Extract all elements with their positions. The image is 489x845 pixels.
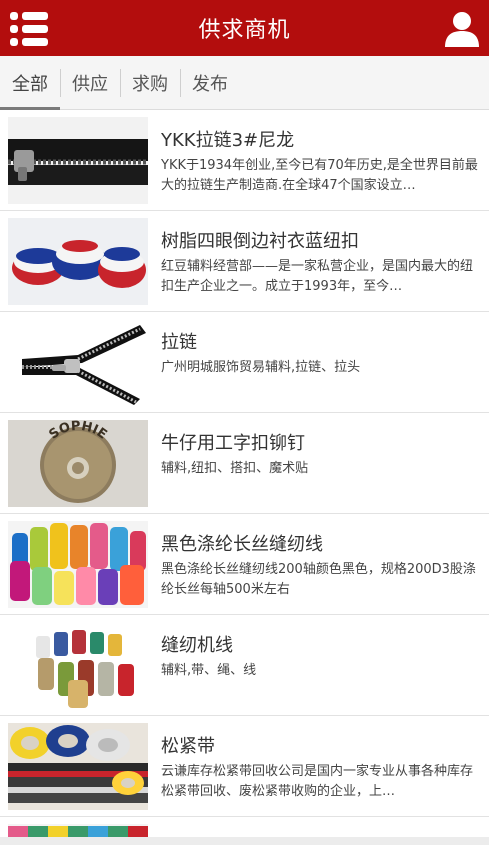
item-description: YKK于1934年创业,至今已有70年历史,是全世界目前最大的拉链生产制造商.在… bbox=[161, 158, 478, 193]
app-header: 供求商机 bbox=[0, 0, 489, 56]
thread-spools-image bbox=[8, 622, 148, 709]
list-item[interactable]: 拉链 广州明城服饰贸易辅料,拉链、拉头 bbox=[0, 312, 489, 413]
item-title: 黑色涤纶长丝缝纫线 bbox=[161, 534, 323, 555]
list-item[interactable] bbox=[0, 817, 489, 837]
item-title: 拉链 bbox=[161, 332, 197, 353]
category-tabs: 全部 供应 求购 发布 bbox=[0, 56, 489, 110]
tab-publish[interactable]: 发布 bbox=[180, 56, 240, 110]
black-zipper-image bbox=[8, 117, 148, 204]
item-title: YKK拉链3#尼龙 bbox=[161, 130, 295, 151]
tab-all[interactable]: 全部 bbox=[0, 56, 60, 110]
list-item[interactable]: SOPHIE 牛仔用工字扣铆钉 辅料,纽扣、搭扣、魔术贴 bbox=[0, 413, 489, 514]
elastic-band-image bbox=[8, 723, 148, 810]
list-item[interactable]: YKK拉链3#尼龙 YKK于1934年创业,至今已有70年历史,是全世界目前最大… bbox=[0, 110, 489, 211]
list-menu-icon[interactable] bbox=[10, 12, 48, 46]
item-title: 树脂四眼倒边衬衣蓝纽扣 bbox=[161, 231, 359, 252]
item-description: 云谦库存松紧带回收公司是国内一家专业从事各种库存松紧带回收、废松紧带收购的企业，… bbox=[161, 764, 474, 799]
item-title: 牛仔用工字扣铆钉 bbox=[161, 433, 305, 454]
item-title: 松紧带 bbox=[161, 736, 215, 757]
item-description: 红豆辅料经营部——是一家私营企业，是国内最大的纽扣生产企业之一。成立于1993年… bbox=[161, 259, 474, 294]
item-title: 缝纫机线 bbox=[161, 635, 233, 656]
jeans-button-image: SOPHIE bbox=[8, 420, 148, 507]
list-item[interactable]: 缝纫机线 辅料,带、绳、线 bbox=[0, 615, 489, 716]
item-description: 辅料,带、绳、线 bbox=[161, 663, 257, 678]
list-item[interactable]: 黑色涤纶长丝缝纫线 黑色涤纶长丝缝纫线200轴颜色黑色，规格200D3股涤纶长丝… bbox=[0, 514, 489, 615]
item-description: 辅料,纽扣、搭扣、魔术贴 bbox=[161, 461, 309, 476]
partial-item-image bbox=[8, 824, 148, 837]
user-icon[interactable] bbox=[443, 10, 481, 48]
tab-purchase[interactable]: 求购 bbox=[120, 56, 180, 110]
open-zipper-image bbox=[8, 319, 148, 406]
page-title: 供求商机 bbox=[198, 18, 291, 43]
product-list: YKK拉链3#尼龙 YKK于1934年创业,至今已有70年历史,是全世界目前最大… bbox=[0, 110, 489, 845]
item-description: 广州明城服饰贸易辅料,拉链、拉头 bbox=[161, 360, 361, 375]
thread-cones-image bbox=[8, 521, 148, 608]
tab-supply[interactable]: 供应 bbox=[60, 56, 120, 110]
buttons-image bbox=[8, 218, 148, 305]
item-description: 黑色涤纶长丝缝纫线200轴颜色黑色，规格200D3股涤纶长丝每轴500米左右 bbox=[161, 562, 476, 597]
list-item[interactable]: 松紧带 云谦库存松紧带回收公司是国内一家专业从事各种库存松紧带回收、废松紧带收购… bbox=[0, 716, 489, 817]
list-item[interactable]: 树脂四眼倒边衬衣蓝纽扣 红豆辅料经营部——是一家私营企业，是国内最大的纽扣生产企… bbox=[0, 211, 489, 312]
